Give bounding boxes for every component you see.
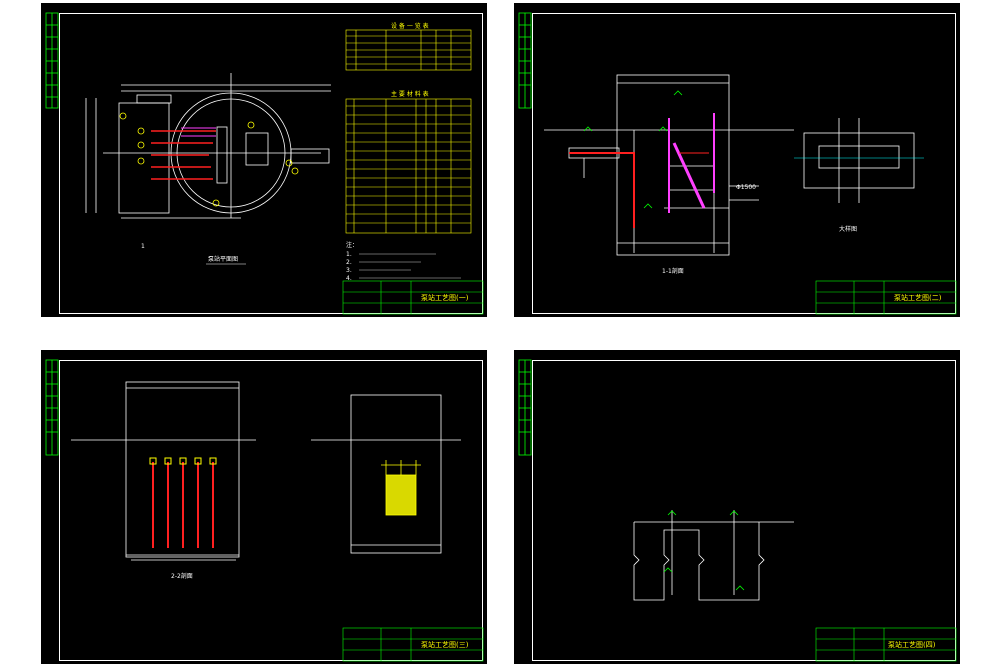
drawing-sheet-3[interactable]: 2-2剖面 泵站工艺图(三) — [40, 349, 488, 665]
sheet-3-side-equipment — [381, 460, 421, 516]
drawing-sheet-1[interactable]: 1 泵站平面图 设 备 一 览 表 主 要 材 料 表 注： 1. 2. 3. … — [40, 2, 488, 318]
sheet-2-border-strip — [518, 12, 532, 109]
sheet-1-border-strip — [45, 12, 59, 109]
sheet-4-border-strip — [518, 359, 532, 456]
sheet-2-detail-view — [794, 118, 924, 203]
sheet-3-pipes — [152, 462, 214, 548]
sheet-3-drawing: 2-2剖面 泵站工艺图(三) — [45, 359, 484, 662]
drawing-sheet-4[interactable]: 泵站工艺图(四) — [513, 349, 961, 665]
sheet-1-pipes — [151, 126, 228, 184]
sheet-2-detail-label: 大样图 — [839, 225, 857, 233]
sheet-2-title: 泵站工艺图(二) — [894, 293, 942, 302]
sheet-1-drawing: 1 泵站平面图 设 备 一 览 表 主 要 材 料 表 注： 1. 2. 3. … — [45, 12, 484, 315]
note-line: 1. — [346, 251, 352, 258]
sheet-4-title: 泵站工艺图(四) — [888, 640, 936, 649]
notes-heading: 注： — [346, 241, 358, 249]
sheet-2-dim-label: Φ1500 — [736, 184, 756, 191]
sheet-3-border-strip — [45, 359, 59, 456]
sheet-3-section-view — [71, 381, 256, 561]
sheet-1-title: 泵站工艺图(一) — [421, 293, 469, 302]
note-line: 2. — [346, 259, 352, 266]
sheet-3-view-label: 2-2剖面 — [171, 572, 193, 580]
sheet-1-table-1-title: 设 备 一 览 表 — [391, 22, 429, 30]
sheet-1-view-label: 泵站平面图 — [208, 255, 238, 263]
sheet-1-materials-table — [345, 98, 472, 234]
sheet-1-markers — [119, 112, 299, 207]
sheet-3-title: 泵站工艺图(三) — [421, 640, 469, 649]
sheet-4-drawing: 泵站工艺图(四) — [518, 359, 957, 662]
sheet-1-section-mark: 1 — [141, 243, 145, 250]
sheet-1-plan-view — [85, 73, 331, 219]
sheet-1-table-2-title: 主 要 材 料 表 — [391, 90, 429, 98]
sheet-2-drawing: 1-1剖面 Φ1500 大样图 泵站工艺图(二) — [518, 12, 957, 315]
sheet-4-section-view — [633, 510, 794, 601]
sheet-1-equipment-table — [345, 29, 472, 71]
sheet-4-markers — [663, 510, 745, 591]
sheet-2-view-label: 1-1剖面 — [662, 267, 684, 275]
drawing-sheet-2[interactable]: 1-1剖面 Φ1500 大样图 泵站工艺图(二) — [513, 2, 961, 318]
note-line: 3. — [346, 267, 352, 274]
sheet-1-notes: 注： 1. 2. 3. 4. — [346, 241, 461, 282]
